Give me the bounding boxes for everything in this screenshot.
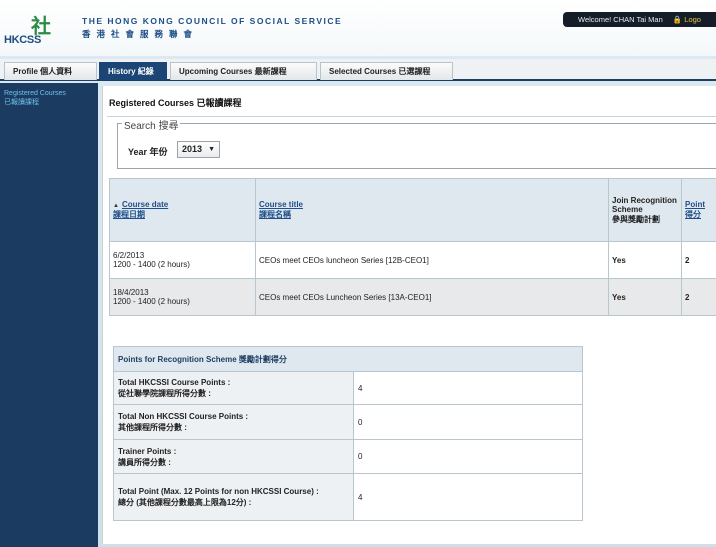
tab-profile[interactable]: Profile 個人資料 xyxy=(4,62,97,80)
sort-course-date-link[interactable]: Course date 課程日期 xyxy=(113,200,168,219)
tab-history[interactable]: History 紀錄 xyxy=(99,62,167,80)
points-table: Points for Recognition Scheme 獎勵計劃得分 Tot… xyxy=(113,346,583,521)
year-label: Year 年份 xyxy=(128,147,168,157)
points-value: 4 xyxy=(353,371,583,405)
title-divider xyxy=(107,116,716,117)
column-header-course-title[interactable]: Course title 課程名稱 xyxy=(255,178,609,242)
sort-point-link[interactable]: Point 得分 xyxy=(685,200,705,219)
sort-course-title-link[interactable]: Course title 課程名稱 xyxy=(259,200,303,219)
org-name-zh: 香港社會服務聯會 xyxy=(82,29,199,39)
points-row: Total HKCSSI Course Points : 從社聯學院課程所得分數 … xyxy=(113,371,583,405)
points-value: 4 xyxy=(353,473,583,521)
org-name-en: THE HONG KONG COUNCIL OF SOCIAL SERVICE xyxy=(82,16,343,26)
points-label: Total Non HKCSSI Course Points : 其他課程所得分數… xyxy=(113,404,354,440)
sidebar: Registered Courses 已報讀課程 xyxy=(0,83,98,547)
point-cell: 2 xyxy=(681,241,716,279)
point-cell: 2 xyxy=(681,278,716,316)
join-header-zh: 參與獎勵計劃 xyxy=(612,214,660,224)
sort-ascending-icon[interactable]: ▲ xyxy=(113,203,119,209)
lock-icon: 🔒 xyxy=(672,15,683,24)
sidebar-item-label-en: Registered Courses xyxy=(4,90,66,97)
column-header-join-scheme: Join Recognition Scheme 參與獎勵計劃 xyxy=(608,178,682,242)
course-title-cell: CEOs meet CEOs luncheon Series [12B-CEO1… xyxy=(255,241,609,279)
points-value: 0 xyxy=(353,404,583,440)
join-header-en: Join Recognition Scheme xyxy=(612,195,677,214)
points-label: Total HKCSSI Course Points : 從社聯學院課程所得分數 … xyxy=(113,371,354,405)
join-scheme-cell: Yes xyxy=(608,241,682,279)
points-label: Total Point (Max. 12 Points for non HKCS… xyxy=(113,473,354,521)
points-value: 0 xyxy=(353,439,583,474)
points-row: Total Point (Max. 12 Points for non HKCS… xyxy=(113,473,583,521)
courses-table-header-row: ▲ Course date 課程日期 Course title 課程名稱 Join R… xyxy=(109,178,716,242)
table-row: 18/4/2013 1200 - 1400 (2 hours) CEOs meet… xyxy=(109,278,716,316)
search-fieldset: Search 搜尋 Year 年份 2013 ▼ xyxy=(117,117,716,169)
points-row: Total Non HKCSSI Course Points : 其他課程所得分數… xyxy=(113,404,583,440)
course-title-cell: CEOs meet CEOs Luncheon Series [13A-CEO1… xyxy=(255,278,609,316)
site-header: 社 HKCSS THE HONG KONG COUNCIL OF SOCIAL … xyxy=(0,0,716,56)
table-row: 6/2/2013 1200 - 1400 (2 hours) CEOs meet … xyxy=(109,241,716,279)
course-date-cell: 6/2/2013 1200 - 1400 (2 hours) xyxy=(109,241,256,279)
hkcss-logo[interactable]: 社 HKCSS xyxy=(4,12,66,48)
join-scheme-cell: Yes xyxy=(608,278,682,316)
tab-upcoming-courses[interactable]: Upcoming Courses 最新課程 xyxy=(170,62,317,80)
year-select[interactable]: 2013 ▼ xyxy=(177,141,220,158)
year-select-value: 2013 xyxy=(182,144,203,154)
logo-text: HKCSS xyxy=(4,34,42,46)
points-table-header: Points for Recognition Scheme 獎勵計劃得分 xyxy=(113,346,583,372)
column-header-point[interactable]: Point 得分 xyxy=(681,178,716,242)
sidebar-item-registered-courses[interactable]: Registered Courses 已報讀課程 xyxy=(4,89,66,107)
welcome-text: Welcome! CHAN Tai Man xyxy=(578,15,663,24)
welcome-bar: Welcome! CHAN Tai Man 🔒 Logo xyxy=(563,12,716,27)
points-row: Trainer Points : 講員所得分數 : 0 xyxy=(113,439,583,474)
chevron-down-icon: ▼ xyxy=(208,146,215,153)
content-panel: Registered Courses 已報讀課程 Search 搜尋 Year … xyxy=(102,86,716,544)
logout-link[interactable]: Logo xyxy=(684,15,701,24)
course-date-cell: 18/4/2013 1200 - 1400 (2 hours) xyxy=(109,278,256,316)
points-label: Trainer Points : 講員所得分數 : xyxy=(113,439,354,474)
search-legend: Search 搜尋 xyxy=(122,117,181,132)
sidebar-item-label-zh: 已報讀課程 xyxy=(4,99,39,106)
column-header-course-date[interactable]: ▲ Course date 課程日期 xyxy=(109,178,256,242)
tab-selected-courses[interactable]: Selected Courses 已選課程 xyxy=(320,62,453,80)
page-title: Registered Courses 已報讀課程 xyxy=(109,98,242,108)
main-tab-bar: Profile 個人資料 History 紀錄 Upcoming Courses… xyxy=(0,59,716,81)
